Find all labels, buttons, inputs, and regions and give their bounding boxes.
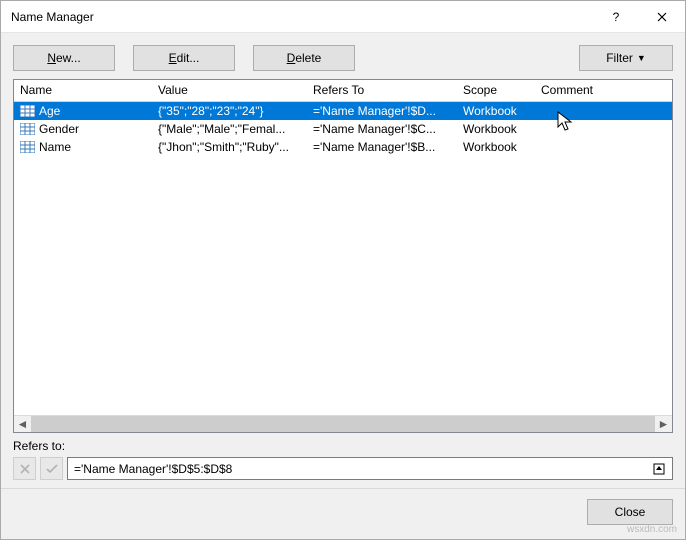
- titlebar: Name Manager ?: [1, 1, 685, 33]
- cell-value: {"35";"28";"23";"24"}: [152, 104, 307, 118]
- close-button[interactable]: Close: [587, 499, 673, 525]
- cell-scope: Workbook: [457, 104, 535, 118]
- name-manager-dialog: Name Manager ? New... Edit... Delete Fil…: [0, 0, 686, 540]
- scroll-thumb[interactable]: [31, 416, 655, 433]
- refers-to-section: Refers to: ='Name Manager'!$D$5:$D$8: [1, 433, 685, 488]
- collapse-dialog-button[interactable]: [651, 461, 666, 476]
- header-comment[interactable]: Comment: [535, 80, 672, 101]
- cell-name: Name: [14, 140, 152, 154]
- edit-button[interactable]: Edit...: [133, 45, 235, 71]
- header-scope[interactable]: Scope: [457, 80, 535, 101]
- name-text: Age: [39, 104, 60, 118]
- cell-name: Age: [14, 104, 152, 118]
- close-icon: [657, 12, 667, 22]
- refers-to-input[interactable]: ='Name Manager'!$D$5:$D$8: [67, 457, 673, 480]
- cancel-edit-button[interactable]: [13, 457, 36, 480]
- filter-button[interactable]: Filter ▼: [579, 45, 673, 71]
- confirm-edit-button[interactable]: [40, 457, 63, 480]
- scroll-right-icon[interactable]: ►: [655, 416, 672, 433]
- horizontal-scrollbar[interactable]: ◄ ►: [14, 415, 672, 432]
- cell-scope: Workbook: [457, 122, 535, 136]
- toolbar: New... Edit... Delete Filter ▼: [1, 33, 685, 79]
- table-row[interactable]: Gender {"Male";"Male";"Femal... ='Name M…: [14, 120, 672, 138]
- scroll-left-icon[interactable]: ◄: [14, 416, 31, 433]
- cell-refers-to: ='Name Manager'!$C...: [307, 122, 457, 136]
- list-body: Age {"35";"28";"23";"24"} ='Name Manager…: [14, 102, 672, 415]
- header-value[interactable]: Value: [152, 80, 307, 101]
- collapse-icon: [653, 463, 665, 475]
- column-headers: Name Value Refers To Scope Comment: [14, 80, 672, 102]
- delete-button[interactable]: Delete: [253, 45, 355, 71]
- name-text: Gender: [39, 122, 79, 136]
- new-button[interactable]: New...: [13, 45, 115, 71]
- named-range-icon: [20, 141, 35, 153]
- named-range-icon: [20, 123, 35, 135]
- refers-to-label: Refers to:: [13, 439, 673, 453]
- x-icon: [20, 464, 30, 474]
- chevron-down-icon: ▼: [637, 53, 646, 63]
- cell-name: Gender: [14, 122, 152, 136]
- names-list: Name Value Refers To Scope Comment Age {…: [13, 79, 673, 433]
- cell-refers-to: ='Name Manager'!$D...: [307, 104, 457, 118]
- header-refers-to[interactable]: Refers To: [307, 80, 457, 101]
- cell-refers-to: ='Name Manager'!$B...: [307, 140, 457, 154]
- close-window-button[interactable]: [639, 1, 685, 33]
- cell-value: {"Jhon";"Smith";"Ruby"...: [152, 140, 307, 154]
- watermark: wsxdn.com: [627, 524, 677, 535]
- name-text: Name: [39, 140, 71, 154]
- help-button[interactable]: ?: [593, 1, 639, 33]
- table-row[interactable]: Name {"Jhon";"Smith";"Ruby"... ='Name Ma…: [14, 138, 672, 156]
- table-row[interactable]: Age {"35";"28";"23";"24"} ='Name Manager…: [14, 102, 672, 120]
- named-range-icon: [20, 105, 35, 117]
- refers-to-row: ='Name Manager'!$D$5:$D$8: [13, 457, 673, 480]
- window-title: Name Manager: [11, 10, 593, 24]
- dialog-footer: Close: [1, 488, 685, 539]
- header-name[interactable]: Name: [14, 80, 152, 101]
- scroll-track[interactable]: [31, 416, 655, 433]
- check-icon: [46, 464, 58, 474]
- help-icon: ?: [613, 10, 620, 24]
- cell-scope: Workbook: [457, 140, 535, 154]
- refers-to-value: ='Name Manager'!$D$5:$D$8: [74, 462, 651, 476]
- cell-value: {"Male";"Male";"Femal...: [152, 122, 307, 136]
